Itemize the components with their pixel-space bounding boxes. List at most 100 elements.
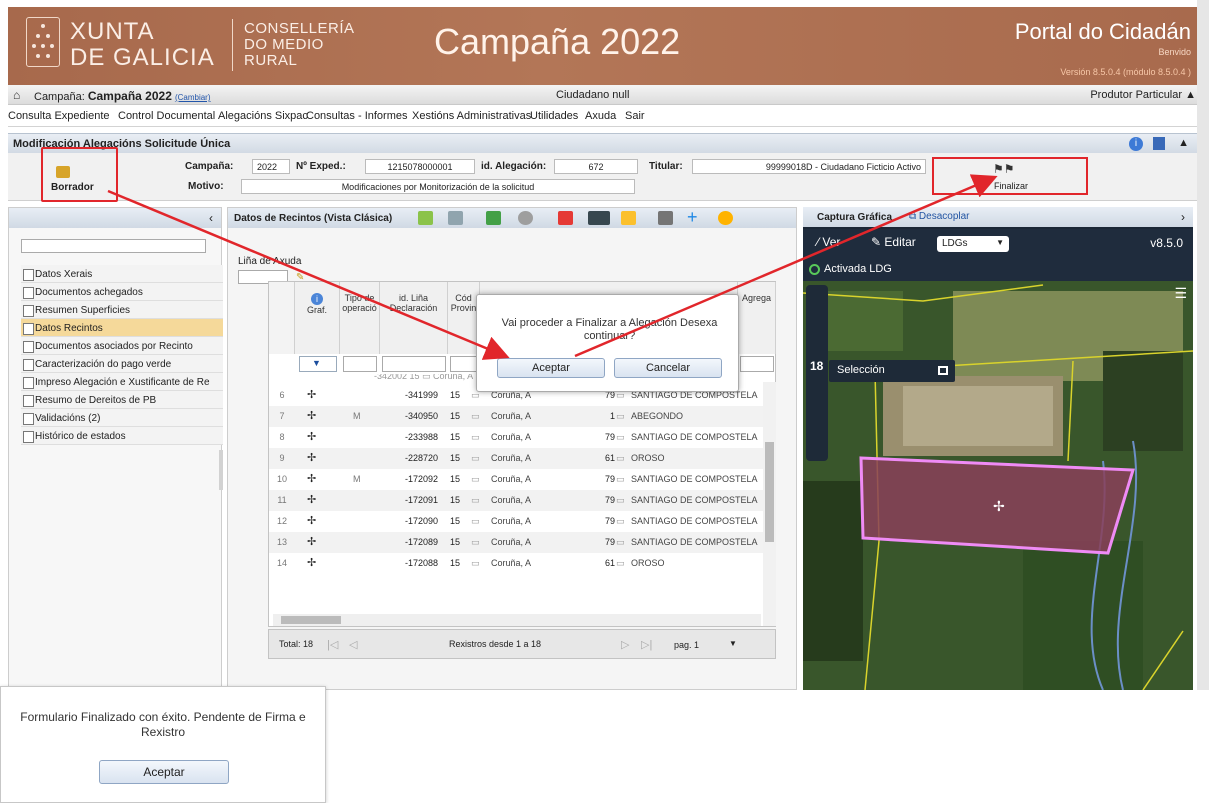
table-row[interactable]: 12 ✢ -172090 15 ▭ Coruña, A 79 ▭ SANTIAGO DE COM… [269,511,763,532]
last-page-icon[interactable]: ▷| [641,638,652,651]
map-imagery: ✢ [802,281,1194,690]
province-code: 15 [450,495,461,505]
menu-consulta-expediente[interactable]: Consulta Expediente [8,110,110,122]
settings-icon[interactable] [518,211,533,225]
table-row[interactable]: 10 ✢ M -172092 15 ▭ Coruña, A 79 ▭ SANTIAGO DE CO… [269,469,763,490]
undock-label: Desacoplar [918,211,970,222]
nav-resumen-superficies[interactable]: Resumen Superficies [21,301,223,319]
menu-consultas-informes[interactable]: Consultas - Informes [306,110,407,122]
page-scrollbar[interactable] [1199,7,1209,690]
prev-page-icon[interactable]: ◁ [349,638,357,651]
selection-panel[interactable]: Selección [829,360,955,382]
nav-documentos-achegados[interactable]: Documentos achegados [21,283,223,301]
table-row[interactable]: 11 ✢ -172091 15 ▭ Coruña, A 79 ▭ SANTIAGO DE COM… [269,490,763,511]
nav-historico-estados[interactable]: Histórico de estados [21,427,223,445]
layer-select[interactable]: LDGs ▼ [937,236,1009,252]
chevron-up-icon: ▲ [1185,89,1196,101]
province-name: Coruña, A [491,432,532,442]
layer-value: LDGs [942,238,968,249]
move-icon[interactable]: ✢ [307,451,316,464]
chevron-left-icon[interactable]: ‹ [209,211,213,225]
move-icon[interactable]: ✢ [307,430,316,443]
menu-sair[interactable]: Sair [625,110,645,122]
menu-alegacions-sixpac[interactable]: Alegacións Sixpac [218,110,308,122]
add-icon[interactable]: + [687,207,702,227]
menu-xestions-administrativas[interactable]: Xestións Administrativas [412,110,531,122]
key-icon[interactable] [621,211,636,225]
vertical-scrollbar[interactable] [763,382,776,626]
link-icon[interactable] [658,211,673,225]
province-icon: ▭ [471,495,480,505]
search-icon[interactable] [558,211,573,225]
view-label: Ver [822,235,841,249]
hscroll-thumb[interactable] [281,616,341,624]
horizontal-scrollbar[interactable] [273,614,761,626]
line-id: -172091 [404,495,438,505]
province-code: 15 [450,453,461,463]
undock-link[interactable]: ⧉ Desacoplar [909,211,970,222]
aerial-map[interactable]: ✢ Selección ☰ [802,281,1194,690]
panel-resize-handle[interactable] [219,450,223,490]
document-icon[interactable] [1153,137,1165,150]
add-document-icon[interactable] [486,211,501,225]
row-number: 12 [276,516,287,526]
scrollbar-thumb[interactable] [765,442,774,542]
move-icon[interactable]: ✢ [307,388,316,401]
home-icon[interactable]: ⌂ [13,88,20,102]
table-row[interactable]: 8 ✢ -233988 15 ▭ Coruña, A 79 ▭ SANTIAGO DE COMP… [269,427,763,448]
municipality-code: 79 [604,474,615,484]
prov-filter-input[interactable] [450,356,478,372]
table-row[interactable]: 7 ✢ M -340950 15 ▭ Coruña, A 1 ▭ ABEGONDO [269,406,763,427]
maximize-icon[interactable] [938,366,948,375]
recintos-title: Datos de Recintos (Vista Clásica) [234,213,393,224]
next-page-icon[interactable]: ▷ [621,638,629,651]
alegacion-label: id. Alegación: [481,161,547,172]
move-icon[interactable]: ✢ [307,556,316,569]
nav-search-input[interactable] [21,239,206,253]
collapse-icon[interactable]: ▲ [1178,137,1189,149]
table-row[interactable]: 13 ✢ -172089 15 ▭ Coruña, A 79 ▭ SANTIAGO DE COM… [269,532,763,553]
menu-control-documental[interactable]: Control Documental [118,110,215,122]
pencil-icon: ✎ [871,235,882,249]
agregado-filter-input[interactable] [740,356,774,372]
page-dropdown-icon[interactable]: ▼ [729,639,737,648]
move-icon[interactable]: ✢ [307,493,316,506]
brand-line-1: XUNTA [70,18,155,45]
first-page-icon[interactable]: |◁ [327,638,338,651]
coin-icon[interactable] [718,211,733,225]
table-row[interactable]: 14 ✢ -172088 15 ▭ Coruña, A 61 ▭ OROSO [269,553,763,574]
cancel-button[interactable]: Cancelar [614,358,722,378]
nav-datos-recintos[interactable]: Datos Recintos [21,319,223,337]
tipo-filter-input[interactable] [343,356,377,372]
map-toolbar: ⁄ Ver ✎ Editar LDGs ▼ v8.5.0 [803,229,1193,259]
comment-icon[interactable] [418,211,433,225]
move-icon[interactable]: ✢ [307,472,316,485]
menu-utilidades[interactable]: Utilidades [530,110,578,122]
chevron-right-icon[interactable]: › [1181,210,1185,224]
id-filter-input[interactable] [382,356,446,372]
move-icon[interactable]: ✢ [307,535,316,548]
nav-validacions[interactable]: Validacións (2) [21,409,223,427]
map-tool-icon[interactable] [588,211,610,225]
nav-documentos-recinto[interactable]: Documentos asociados por Recinto [21,337,223,355]
move-icon[interactable]: ✢ [307,409,316,422]
operation-type: M [353,411,361,421]
menu-axuda[interactable]: Axuda [585,110,616,122]
graf-filter-select[interactable]: ▼ [299,356,337,372]
table-row[interactable]: 9 ✢ -228720 15 ▭ Coruña, A 61 ▭ OROSO [269,448,763,469]
menu-icon[interactable]: ☰ [1174,285,1187,302]
row-number: 10 [276,474,287,484]
success-accept-button[interactable]: Aceptar [99,760,229,784]
profile-menu[interactable]: Produtor Particular ▲ [1090,89,1196,101]
form-icon[interactable] [448,211,463,225]
move-icon[interactable]: ✢ [307,514,316,527]
nav-impreso-alegacion[interactable]: Impreso Alegación e Xustificante de Re [21,373,223,391]
nav-dereitos-pb[interactable]: Resumo de Dereitos de PB [21,391,223,409]
accept-button[interactable]: Aceptar [497,358,605,378]
info-icon[interactable]: i [1129,137,1143,151]
nav-datos-xerais[interactable]: Datos Xerais [21,265,223,283]
view-button[interactable]: ⁄ Ver [817,235,840,249]
change-campaign-link[interactable]: (Cambiar) [175,93,211,102]
nav-pago-verde[interactable]: Caracterización do pago verde [21,355,223,373]
edit-button[interactable]: ✎ Editar [871,235,916,249]
